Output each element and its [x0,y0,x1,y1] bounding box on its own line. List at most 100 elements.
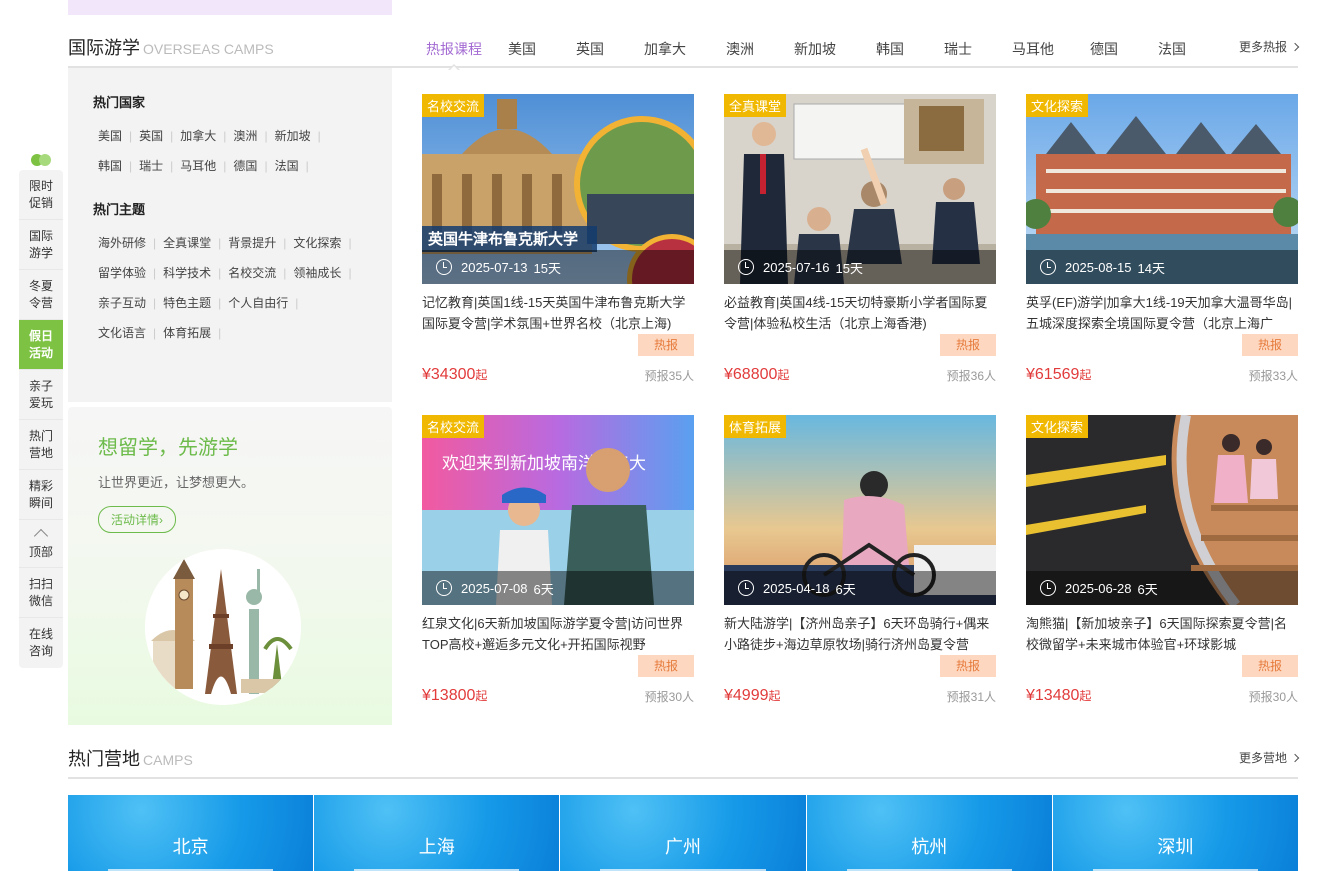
course-duration: 15天 [835,260,863,276]
country-link[interactable]: 马耳他 [180,151,233,181]
course-title[interactable]: 记忆教育|英国1线-15天英国牛津布鲁克斯大学国际夏令营|学术氛围+世界名校（北… [422,292,694,334]
promo-details-button[interactable]: 活动详情› [98,506,176,533]
country-link[interactable]: 美国 [98,121,139,151]
city-tile-shenzhen[interactable]: 深圳 [1052,795,1299,871]
theme-link[interactable]: 特色主题 [163,288,228,318]
city-tile-guangzhou[interactable]: 广州 [560,795,806,871]
price-value: ¥61569 [1026,366,1080,383]
hot-badge: 热报 [1242,334,1298,356]
joined-count: 预报30人 [1248,690,1298,704]
course-image[interactable]: 英国牛津布鲁克斯大学 名校交流 2025-07-13 15天 [422,94,694,284]
sidenav-item-hot-camps[interactable]: 热门营地 [19,420,63,470]
theme-link[interactable]: 留学体验 [98,258,163,288]
country-link[interactable]: 德国 [233,151,274,181]
country-link[interactable]: 瑞士 [139,151,180,181]
sidenav-item-camps[interactable]: 冬夏令营 [19,270,63,320]
course-card[interactable]: 体育拓展 2025-04-18 6天 新大陆游学|【济州岛亲子】6天环岛骑行+偶来… [724,415,996,704]
course-image[interactable]: 欢迎来到新加坡南洋理工大 名校交流 2025-07-08 6天 [422,415,694,605]
theme-link[interactable]: 亲子互动 [98,288,163,318]
online-consult-button[interactable]: 在线咨询 [19,618,63,668]
course-duration: 15天 [533,260,561,276]
country-link[interactable]: 新加坡 [275,121,328,151]
country-link[interactable]: 澳洲 [233,121,274,151]
course-duration: 6天 [1137,581,1158,597]
country-link[interactable]: 加拿大 [180,121,233,151]
course-title[interactable]: 红泉文化|6天新加坡国际游学夏令营|访问世界TOP高校+邂逅多元文化+开拓国际视… [422,613,694,655]
course-card[interactable]: 英国牛津布鲁克斯大学 名校交流 2025-07-13 15天 记忆教育|英国1线-… [422,94,694,383]
hot-badge: 热报 [638,334,694,356]
theme-link[interactable]: 领袖成长 [293,258,358,288]
theme-link[interactable]: 个人自由行 [228,288,305,318]
sidenav-item-holiday[interactable]: 假日活动 [19,320,63,370]
city-tile-hangzhou[interactable]: 杭州 [806,795,1052,871]
wechat-scan-button[interactable]: 扫扫微信 [19,568,63,618]
clock-icon [436,580,452,596]
tab-usa[interactable]: 美国 [488,39,556,68]
tab-malta[interactable]: 马耳他 [992,39,1074,68]
course-card[interactable]: 欢迎来到新加坡南洋理工大 名校交流 2025-07-08 6天 红泉文化|6天新加… [422,415,694,704]
course-card[interactable]: 文化探索 2025-06-28 6天 淘熊猫|【新加坡亲子】6天国际探索夏令营|名… [1026,415,1298,704]
overseas-section-header: 国际游学 OVERSEAS CAMPS 热报课程 美国 英国 加拿大 澳洲 新加坡… [68,20,1298,71]
course-image[interactable]: 文化探索 2025-08-15 14天 [1026,94,1298,284]
course-image[interactable]: 全真课堂 2025-07-16 15天 [724,94,996,284]
section-title-en: OVERSEAS CAMPS [143,41,274,57]
hot-badge: 热报 [638,655,694,677]
hot-badge: 热报 [940,334,996,356]
city-tiles: 北京 上海 广州 杭州 深圳 [68,795,1299,871]
section-title-cn: 热门营地 [68,749,140,769]
city-tile-beijing[interactable]: 北京 [68,795,314,871]
course-tag: 文化探索 [1026,94,1089,117]
hot-countries-links: 美国 英国 加拿大 澳洲 新加坡 韩国 瑞士 马耳他 德国 法国 [98,121,368,181]
country-link[interactable]: 法国 [275,151,316,181]
more-hot-link[interactable]: 更多热报 [1239,38,1298,55]
course-duration: 6天 [835,581,856,597]
chevron-up-icon [33,528,49,544]
theme-link[interactable]: 体育拓展 [163,318,228,348]
back-to-top-button[interactable]: 顶部 [19,520,63,568]
course-date: 2025-07-16 [763,259,830,275]
course-title[interactable]: 新大陆游学|【济州岛亲子】6天环岛骑行+偶来小路徒步+海边草原牧场|骑行济州岛夏… [724,613,996,655]
course-card[interactable]: 全真课堂 2025-07-16 15天 必益教育|英国4线-15天切特豪斯小学者国… [724,94,996,383]
camps-section-header: 热门营地 CAMPS 更多营地 [68,731,1298,779]
tab-korea[interactable]: 韩国 [856,39,924,68]
site-logo-icon[interactable] [19,150,63,170]
course-date-bar: 2025-07-08 6天 [422,571,694,605]
course-tag: 文化探索 [1026,415,1089,438]
more-camps-link[interactable]: 更多营地 [1239,749,1298,766]
sidenav-item-overseas[interactable]: 国际游学 [19,220,63,270]
theme-link[interactable]: 文化探索 [293,228,358,258]
country-link[interactable]: 韩国 [98,151,139,181]
theme-link[interactable]: 海外研修 [98,228,163,258]
course-card[interactable]: 文化探索 2025-08-15 14天 英孚(EF)游学|加拿大1线-19天加拿大… [1026,94,1298,383]
joined-count: 预报33人 [1248,369,1298,383]
tab-canada[interactable]: 加拿大 [624,39,706,68]
sidenav-item-moments[interactable]: 精彩瞬间 [19,470,63,520]
price-value: ¥13800 [422,687,476,704]
course-duration: 6天 [533,581,554,597]
course-title[interactable]: 淘熊猫|【新加坡亲子】6天国际探索夏令营|名校微留学+未来城市体验官+环球影城 [1026,613,1298,655]
tab-switzerland[interactable]: 瑞士 [924,39,992,68]
course-date-bar: 2025-06-28 6天 [1026,571,1298,605]
tab-france[interactable]: 法国 [1134,39,1210,68]
tab-uk[interactable]: 英国 [556,39,624,68]
tab-australia[interactable]: 澳洲 [706,39,774,68]
tab-singapore[interactable]: 新加坡 [774,39,856,68]
theme-link[interactable]: 文化语言 [98,318,163,348]
course-tag: 全真课堂 [724,94,787,117]
country-link[interactable]: 英国 [139,121,180,151]
course-date: 2025-06-28 [1065,580,1132,596]
tab-hot-courses[interactable]: 热报课程 [420,39,488,71]
course-image[interactable]: 文化探索 2025-06-28 6天 [1026,415,1298,605]
course-image[interactable]: 体育拓展 2025-04-18 6天 [724,415,996,605]
sidenav-item-family[interactable]: 亲子爱玩 [19,370,63,420]
theme-link[interactable]: 背景提升 [228,228,293,258]
theme-link[interactable]: 名校交流 [228,258,293,288]
course-price: ¥34300起 [422,366,487,384]
tab-germany[interactable]: 德国 [1074,39,1134,68]
sidenav-item-promo[interactable]: 限时促销 [19,170,63,220]
course-title[interactable]: 英孚(EF)游学|加拿大1线-19天加拿大温哥华岛|五城深度探索全境国际夏令营（… [1026,292,1298,334]
theme-link[interactable]: 科学技术 [163,258,228,288]
city-tile-shanghai[interactable]: 上海 [314,795,560,871]
theme-link[interactable]: 全真课堂 [163,228,228,258]
course-title[interactable]: 必益教育|英国4线-15天切特豪斯小学者国际夏令营|体验私校生活（北京上海香港) [724,292,996,334]
